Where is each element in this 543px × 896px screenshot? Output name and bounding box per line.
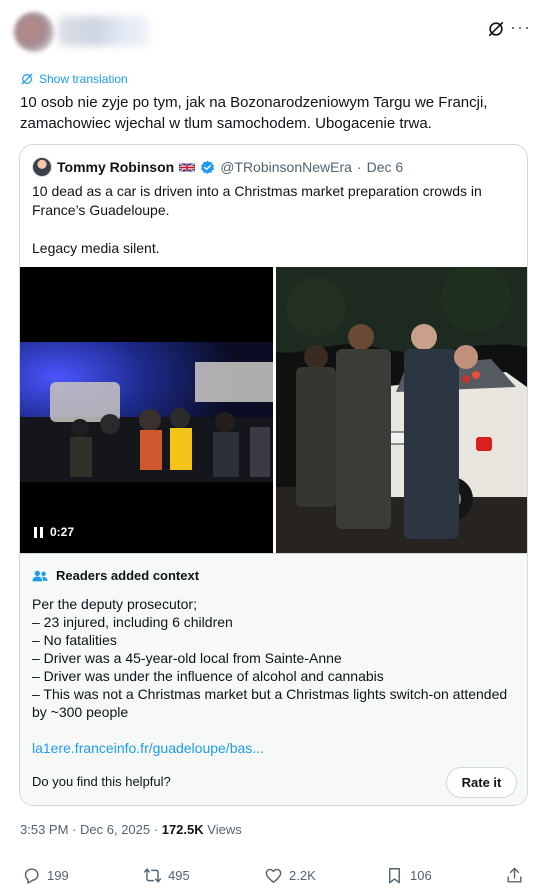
video-time: 0:27 [50,525,75,539]
tweet-date[interactable]: Dec 6, 2025 [80,822,150,837]
dot-separator: · [153,822,159,837]
note-line: – Driver was under the influence of alco… [32,668,384,684]
helpful-question: Do you find this helpful? [32,774,171,789]
bookmark-button[interactable]: 106 [385,862,432,888]
tweet-time[interactable]: 3:53 PM [20,822,68,837]
video-player[interactable]: 0:27 [20,267,273,553]
note-line: – 23 injured, including 6 children [32,614,233,630]
share-icon [507,867,522,883]
repost-button[interactable]: 495 [143,862,190,888]
reply-icon [24,867,39,884]
views-count: 172.5K [161,822,204,837]
quoted-author-name[interactable]: Tommy Robinson [57,159,174,175]
community-notes-title-text: Readers added context [56,568,200,583]
note-line: – Driver was a 45-year-old local from Sa… [32,650,342,666]
note-line: – No fatalities [32,632,117,648]
video-thumbnail [20,342,273,482]
like-count: 2.2K [289,867,316,883]
more-icon[interactable]: ··· [510,18,532,38]
tweet-meta: 3:53 PM · Dec 6, 2025 · 172.5K Views [20,822,242,837]
show-translation-label[interactable]: Show translation [39,72,128,86]
tweet-text: 10 osob nie zyje po tym, jak na Bozonaro… [20,94,488,132]
quoted-tweet-text: 10 dead as a car is driven into a Christ… [32,182,512,258]
tweet-actions: 199 495 2.2K 106 [0,862,543,888]
reply-button[interactable]: 199 [22,862,69,888]
photo-police-at-car[interactable] [276,267,527,553]
rate-it-button[interactable]: Rate it [446,767,517,798]
translate-icon [21,73,33,85]
quoted-tweet-header: Tommy Robinson @TRobinsonNewEra · Dec 6 [32,157,403,177]
grok-icon[interactable] [487,20,505,38]
uk-flag-icon [179,162,196,172]
repost-icon [143,867,162,883]
verified-badge-icon [201,160,215,174]
show-translation-link[interactable]: Show translation [20,71,128,87]
author-name-blurred[interactable] [58,16,150,46]
like-button[interactable]: 2.2K [264,862,316,888]
note-line: Per the deputy prosecutor; [32,596,197,612]
heart-icon [265,868,282,883]
note-line: – This was not a Christmas market but a … [32,686,508,720]
people-icon [32,570,48,581]
quoted-tweet[interactable]: Tommy Robinson @TRobinsonNewEra · Dec 6 … [19,144,528,806]
views-label: Views [207,822,242,837]
community-notes-title: Readers added context [32,568,199,583]
reply-count: 199 [47,867,69,883]
community-notes-panel: Readers added context Per the deputy pro… [20,553,527,805]
repost-count: 495 [168,867,190,883]
dot-separator: · [356,159,362,175]
bookmark-icon [389,867,400,883]
quoted-tweet-media: 0:27 [20,267,527,553]
community-note-body: Per the deputy prosecutor; – 23 injured,… [32,595,517,721]
tweet-header: ··· [0,0,543,62]
quoted-tweet-text-line: 10 dead as a car is driven into a Christ… [32,183,482,218]
video-controls: 0:27 [34,525,74,539]
quoted-author-avatar[interactable] [32,157,52,177]
quoted-tweet-date[interactable]: Dec 6 [367,159,404,175]
author-avatar[interactable] [14,12,54,52]
dot-separator: · [72,822,77,837]
pause-icon[interactable] [34,526,44,538]
quoted-tweet-text-line: Legacy media silent. [32,240,160,256]
quoted-author-handle[interactable]: @TRobinsonNewEra [220,159,352,175]
share-button[interactable] [505,862,524,888]
bookmark-count: 106 [410,867,432,883]
note-source-link[interactable]: la1ere.franceinfo.fr/guadeloupe/bas... [32,740,264,756]
